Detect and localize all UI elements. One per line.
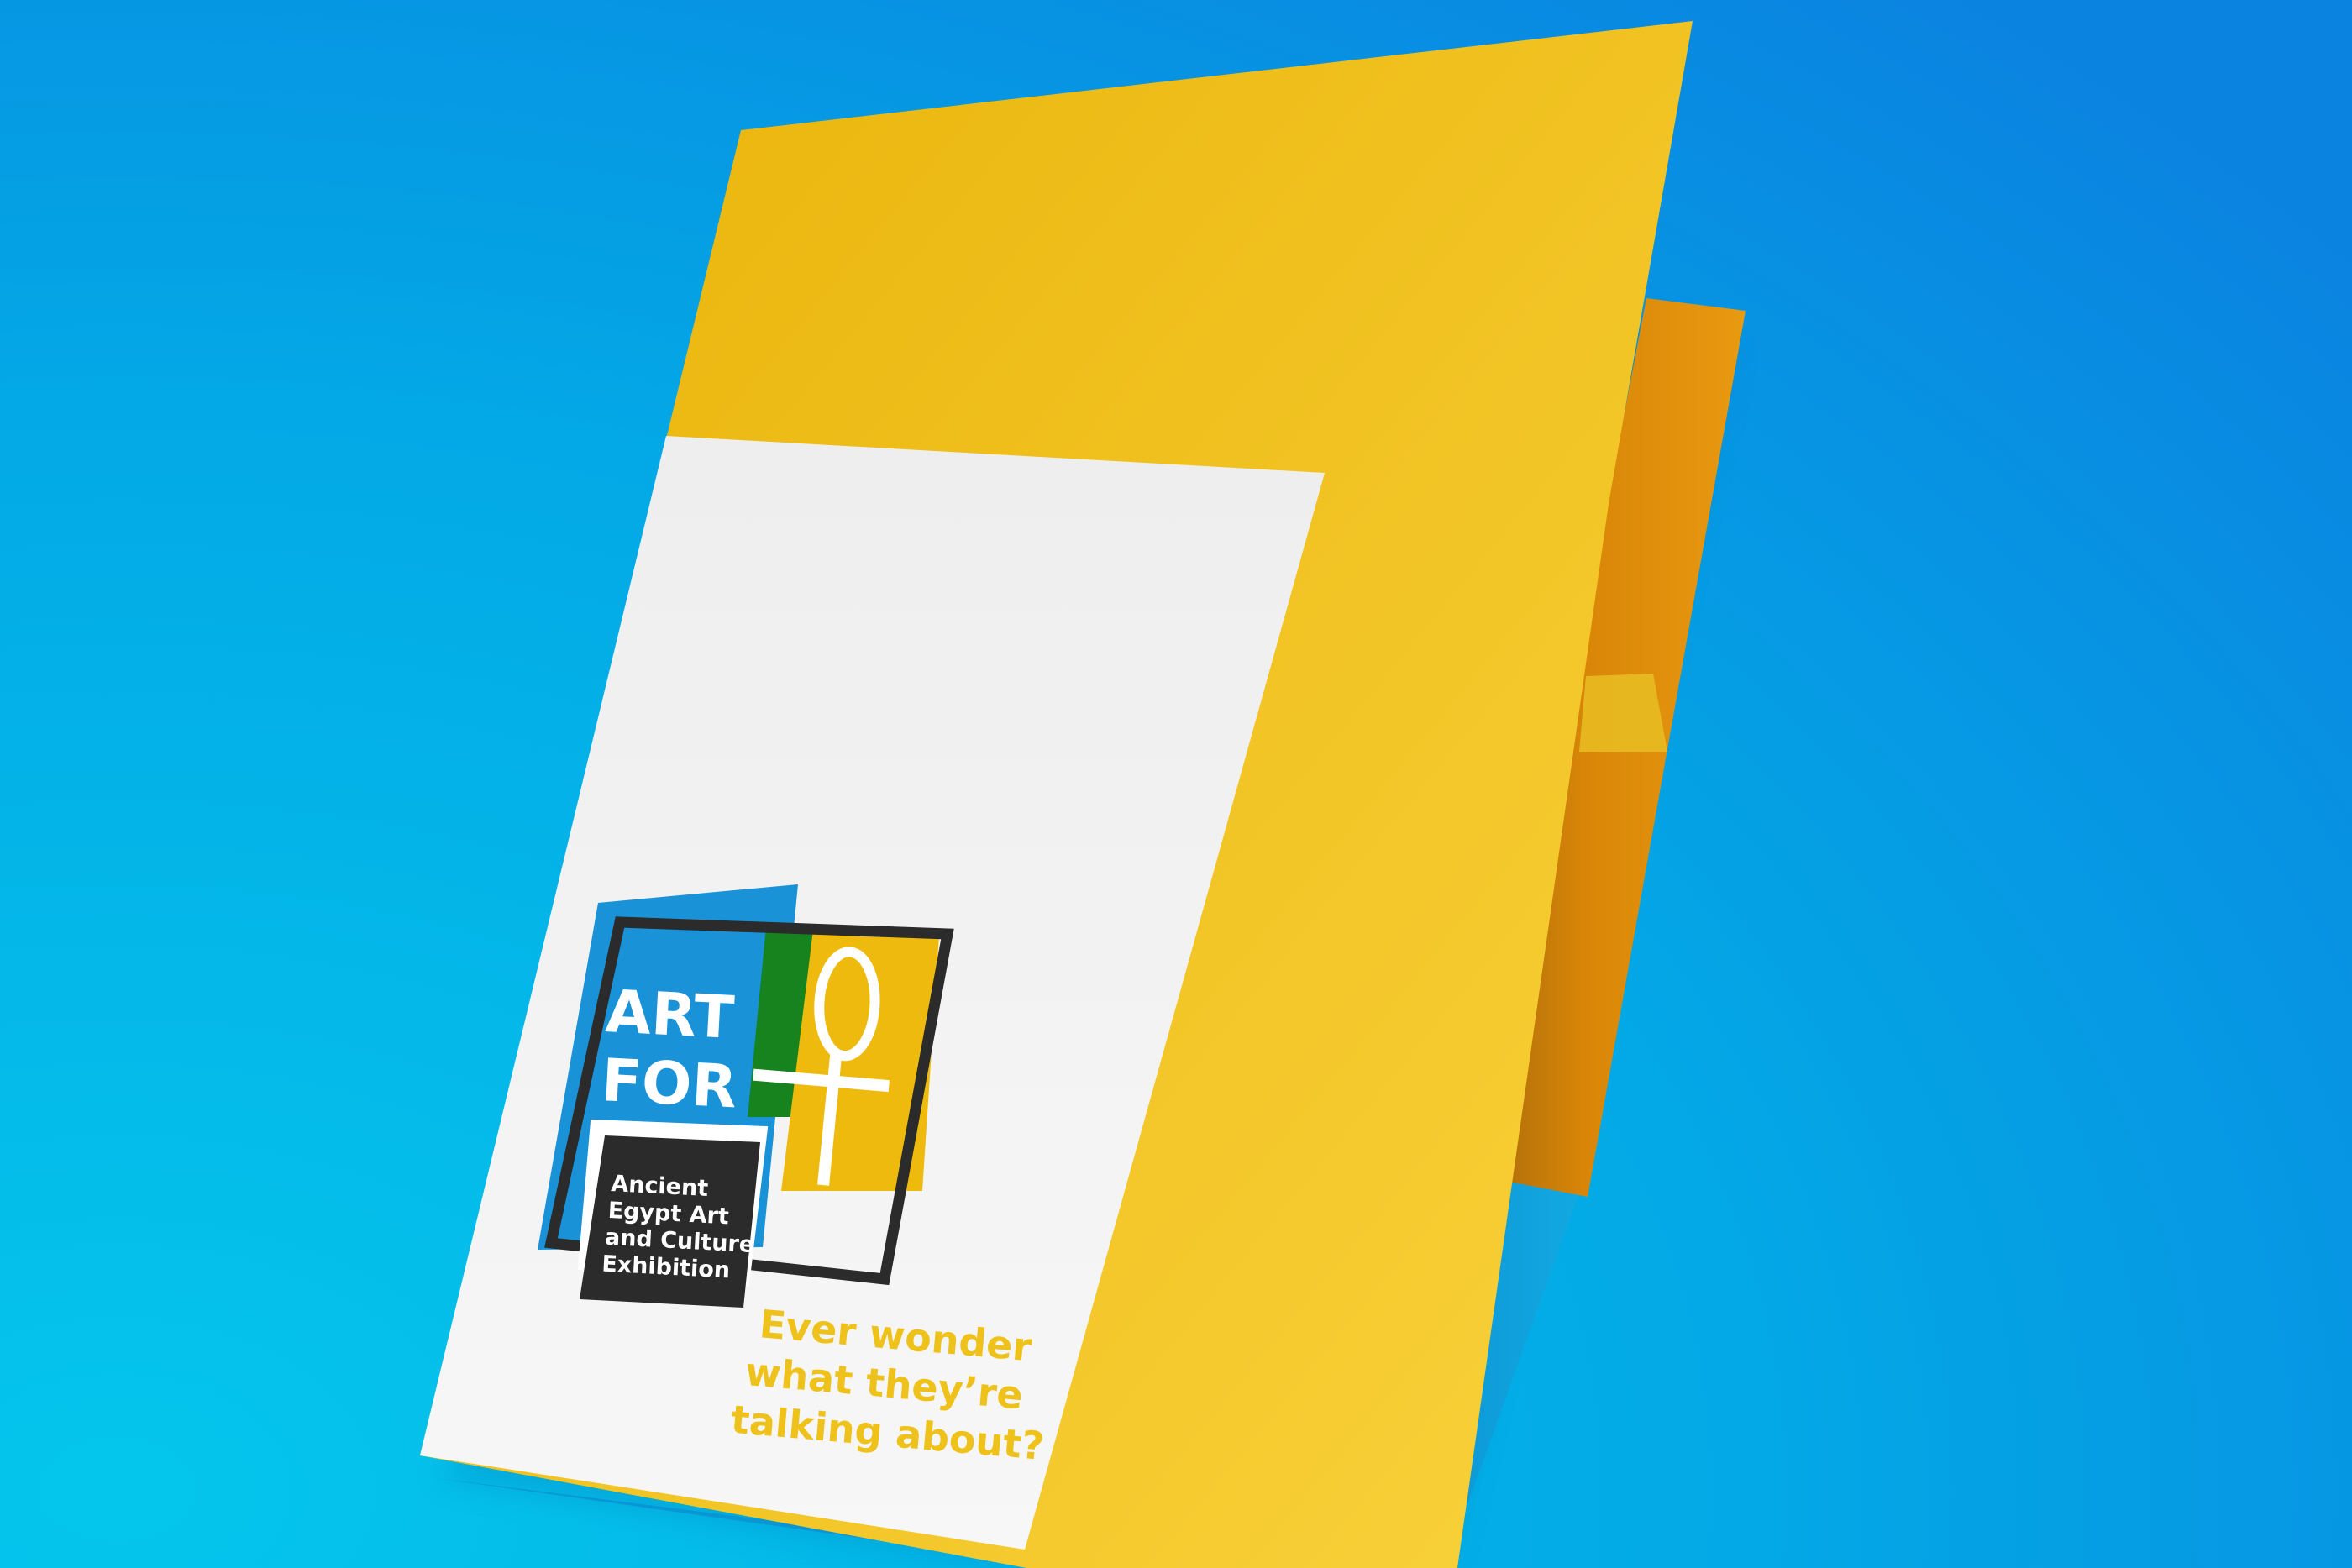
logo-subtitle-line-1: Ancient [611,1171,709,1202]
insert-tab [1579,674,1667,752]
tagline: Ever wonder what they’re talking about? [729,1301,1046,1469]
logo-line-art: ART [604,977,736,1052]
exhibition-logo: ART FOR Ancient Egypt Art and Culture Ex… [538,884,954,1308]
scene: ART FOR Ancient Egypt Art and Culture Ex… [0,0,2352,1568]
logo-line-for: FOR [600,1046,738,1121]
